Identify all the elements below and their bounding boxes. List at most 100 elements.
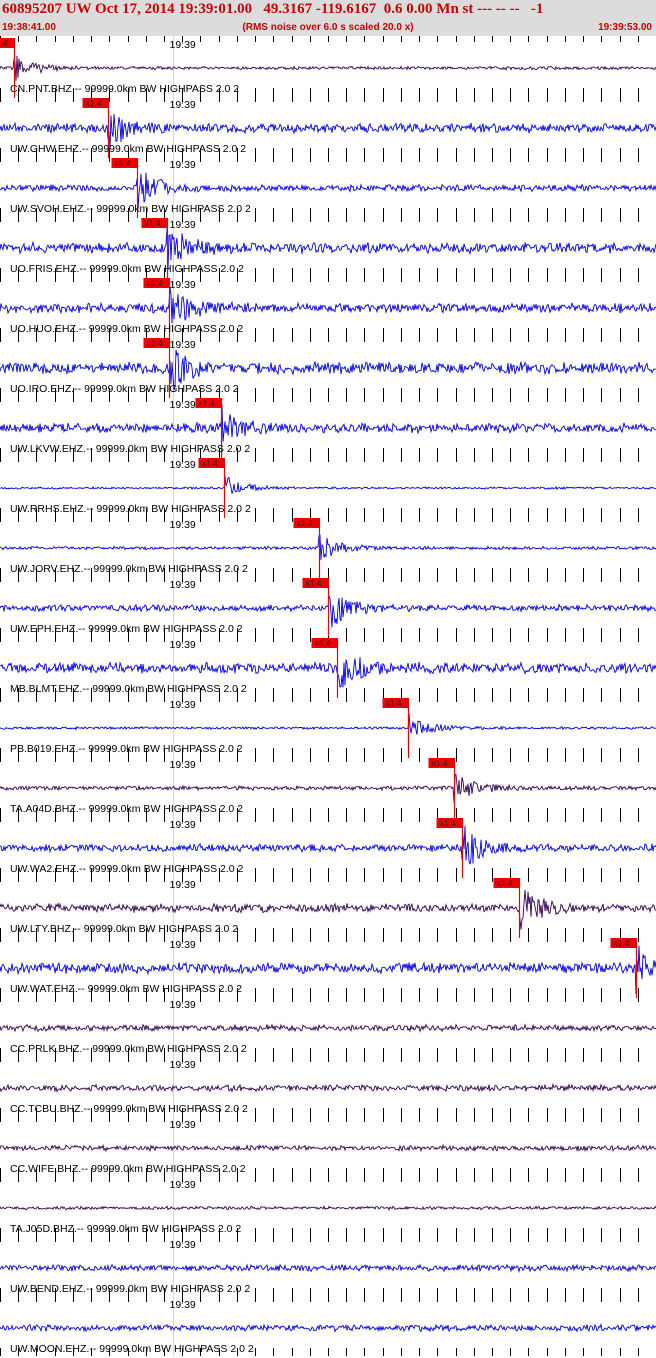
pick-label: x1.4 bbox=[145, 218, 161, 228]
pick-label: x1.4 bbox=[306, 578, 322, 588]
pick-label: x1.4 bbox=[147, 338, 163, 348]
station-label: UO.HUO.EHZ.-- 99999.0km BW HIGHPASS 2.0 … bbox=[10, 323, 243, 335]
minute-label: 19:39 bbox=[170, 999, 196, 1011]
minute-label: 19:39 bbox=[170, 939, 196, 951]
minute-label: 19:39 bbox=[170, 399, 196, 411]
minute-label: 19:39 bbox=[170, 1119, 196, 1131]
station-label: TA.J05D.BHZ.-- 99999.0km BW HIGHPASS 2.0… bbox=[10, 1223, 241, 1235]
pick-label: x1.4 bbox=[199, 398, 215, 408]
minute-label: 19:39 bbox=[170, 159, 196, 171]
minute-label: 19:39 bbox=[170, 759, 196, 771]
station-label: UW.LTY.BHZ.-- 99999.0km BW HIGHPASS 2.0 … bbox=[10, 923, 238, 935]
waveform bbox=[0, 476, 656, 494]
trace-panel: 19:39 x1.4 UO.HUO.EHZ.-- 99999.0km BW HIGH… bbox=[0, 276, 656, 338]
station-label: UW.WAT.EHZ.-- 99999.0km BW HIGHPASS 2.0 … bbox=[10, 983, 242, 995]
waveform bbox=[0, 1143, 656, 1153]
station-label: TA.A04D.BHZ.-- 99999.0km BW HIGHPASS 2.0… bbox=[10, 803, 243, 815]
station-label: MB.BLMT.EHZ.-- 99999.0km BW HIGHPASS 2.0… bbox=[10, 683, 247, 695]
station-label: UW.EPH.EHZ.-- 99999.0km BW HIGHPASS 2.0 … bbox=[10, 623, 243, 635]
minute-label: 19:39 bbox=[170, 1059, 196, 1071]
minute-label: 19:39 bbox=[170, 1179, 196, 1191]
pick-label: x1.4 bbox=[86, 98, 102, 108]
pick-label: x1.4 bbox=[440, 818, 456, 828]
station-label: UW.LKVW.EHZ.-- 99999.0km BW HIGHPASS 2.0… bbox=[10, 443, 250, 455]
minute-label: 19:39 bbox=[170, 1239, 196, 1251]
trace-panel: 19:39 x1.4 UW.EPH.EHZ.-- 99999.0km BW HIGH… bbox=[0, 576, 656, 638]
trace-panel: 19:39 CC.PRLK.BHZ.-- 99999.0km BW HIGHPAS… bbox=[0, 996, 656, 1056]
waveform bbox=[0, 773, 656, 803]
station-label: UW.BEND.EHZ.-- 99999.0km BW HIGHPASS 2.0… bbox=[10, 1283, 250, 1295]
trace-panel: 19:39 x1.4 UO.FRIS.EHZ.-- 99999.0km BW HIG… bbox=[0, 216, 656, 278]
station-label: UW.WA2.EHZ.-- 99999.0km BW HIGHPASS 2.0 … bbox=[10, 863, 244, 875]
minute-label: 19:39 bbox=[170, 339, 196, 351]
station-label: CC.WIFE.BHZ.-- 99999.0km BW HIGHPASS 2.0… bbox=[10, 1163, 246, 1175]
waveform bbox=[0, 1082, 656, 1093]
station-label: CC.PRLK.BHZ.-- 99999.0km BW HIGHPASS 2.0… bbox=[10, 1043, 247, 1055]
waveform bbox=[0, 713, 656, 735]
waveform bbox=[0, 1205, 656, 1211]
trace-panel: 19:39 CC.WIFE.BHZ.-- 99999.0km BW HIGHPAS… bbox=[0, 1116, 656, 1176]
minute-label: 19:39 bbox=[170, 519, 196, 531]
pick-label: x1.4 bbox=[497, 878, 513, 888]
trace-panel: 19:39 UW.MOON.EHZ.-- 99999.0km BW HIGHPAS… bbox=[0, 1296, 656, 1356]
pick-label: x1.4 bbox=[614, 938, 630, 948]
pick-label: x1.4 bbox=[0, 38, 8, 48]
station-label: UW.SVOH.EHZ.-- 99999.0km BW HIGHPASS 2.0… bbox=[10, 203, 251, 215]
station-label: UW.GHW.EHZ.-- 99999.0km BW HIGHPASS 2.0 … bbox=[10, 143, 246, 155]
waveform bbox=[0, 825, 656, 865]
trace-panel: 19:39 x1.4 PB.B019.EHZ.-- 99999.0km BW HIG… bbox=[0, 696, 656, 758]
trace-panel: 19:39 TA.J05D.BHZ.-- 99999.0km BW HIGHPAS… bbox=[0, 1176, 656, 1236]
minute-label: 19:39 bbox=[170, 1299, 196, 1311]
trace-panel: 19:39 x1.4 UW.JORV.EHZ.-- 99999.0km BW HIG… bbox=[0, 516, 656, 578]
trace-panel: 19:39 x1.4 MB.BLMT.EHZ.-- 99999.0km BW HIG… bbox=[0, 636, 656, 698]
station-label: UW.MOON.EHZ.-- 99999.0km BW HIGHPASS 2.0… bbox=[10, 1343, 254, 1355]
waveform bbox=[0, 55, 656, 81]
pick-label: x1.4 bbox=[315, 638, 331, 648]
station-label: UO.FRIS.EHZ.-- 99999.0km BW HIGHPASS 2.0… bbox=[10, 263, 244, 275]
trace-panel: 19:39 x1.4 UO.IRO.EHZ.-- 99999.0km BW HIGH… bbox=[0, 336, 656, 398]
trace-panel: 19:39 x1.4 UW.GHW.EHZ.-- 99999.0km BW HIGH… bbox=[0, 96, 656, 158]
event-title: 60895207 UW Oct 17, 2014 19:39:01.00 49.… bbox=[2, 1, 544, 17]
minute-label: 19:39 bbox=[170, 39, 196, 51]
pick-label: x1.4 bbox=[432, 758, 448, 768]
station-label: UO.IRO.EHZ.-- 99999.0km BW HIGHPASS 2.0 … bbox=[10, 383, 239, 395]
seismogram-plot: 19:39x1.4CN.PNT.BHZ.-- 99999.0km BW HIGH… bbox=[0, 36, 656, 1356]
minute-label: 19:39 bbox=[170, 279, 196, 291]
station-label: CC.TCBU.BHZ.-- 99999.0km BW HIGHPASS 2.0… bbox=[10, 1103, 248, 1115]
minute-label: 19:39 bbox=[170, 459, 196, 471]
header-bar: 60895207 UW Oct 17, 2014 19:39:01.00 49.… bbox=[0, 0, 656, 36]
waveform bbox=[0, 1263, 656, 1274]
waveform bbox=[0, 1023, 656, 1033]
trace-panel: 19:39 CC.TCBU.BHZ.-- 99999.0km BW HIGHPAS… bbox=[0, 1056, 656, 1116]
minute-label: 19:39 bbox=[170, 219, 196, 231]
minute-label: 19:39 bbox=[170, 99, 196, 111]
pick-label: x1.4 bbox=[147, 278, 163, 288]
minute-label: 19:39 bbox=[170, 579, 196, 591]
rms-noise-note: (RMS noise over 6.0 s scaled 20.0 x) bbox=[242, 22, 414, 33]
minute-label: 19:39 bbox=[170, 699, 196, 711]
trace-panel: 19:39 x1.4 UW.SVOH.EHZ.-- 99999.0km BW HIG… bbox=[0, 156, 656, 218]
trace-panel: 19:39 x1.4 UW.LTY.BHZ.-- 99999.0km BW HIGH… bbox=[0, 876, 656, 938]
pick-label: x1.4 bbox=[202, 458, 218, 468]
station-label: CN.PNT.BHZ.-- 99999.0km BW HIGHPASS 2.0 … bbox=[10, 83, 239, 95]
trace-panel: 19:39 x1.4 CN.PNT.BHZ.-- 99999.0km BW HIGH… bbox=[0, 36, 656, 98]
station-label: UW.RRHS.EHZ.-- 99999.0km BW HIGHPASS 2.0… bbox=[10, 503, 251, 515]
trace-panel: 19:39 x1.4 UW.RRHS.EHZ.-- 99999.0km BW HIG… bbox=[0, 456, 656, 518]
waveform bbox=[0, 534, 656, 560]
trace-panel: 19:39 x1.4 UW.WAT.EHZ.-- 99999.0km BW HIGH… bbox=[0, 936, 656, 998]
station-label: PB.B019.EHZ.-- 99999.0km BW HIGHPASS 2.0… bbox=[10, 743, 243, 755]
trace-panel: 19:39 x1.4 UW.WA2.EHZ.-- 99999.0km BW HIGH… bbox=[0, 816, 656, 878]
waveform bbox=[0, 404, 656, 442]
minute-label: 19:39 bbox=[170, 879, 196, 891]
waveform bbox=[0, 286, 656, 324]
end-time-label: 19:39:53.00 bbox=[598, 22, 652, 33]
station-label: UW.JORV.EHZ.-- 99999.0km BW HIGHPASS 2.0… bbox=[10, 563, 248, 575]
minute-label: 19:39 bbox=[170, 639, 196, 651]
waveform bbox=[0, 1322, 656, 1333]
pick-label: x1.4 bbox=[115, 158, 131, 168]
pick-label: x1.4 bbox=[386, 698, 402, 708]
trace-panel: 19:39 x1.4 UW.LKVW.EHZ.-- 99999.0km BW HIG… bbox=[0, 396, 656, 458]
minute-label: 19:39 bbox=[170, 819, 196, 831]
trace-panel: 19:39 UW.BEND.EHZ.-- 99999.0km BW HIGHPAS… bbox=[0, 1236, 656, 1296]
trace-panel: 19:39 x1.4 TA.A04D.BHZ.-- 99999.0km BW HIG… bbox=[0, 756, 656, 818]
